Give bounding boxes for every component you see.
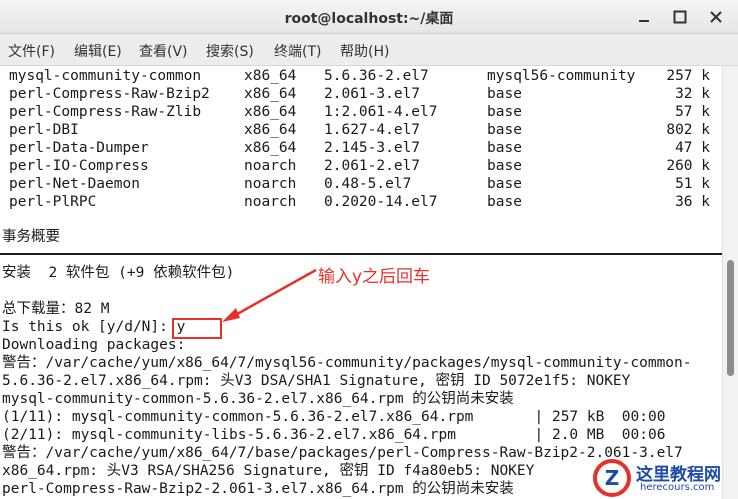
- watermark-logo-icon: Z: [593, 459, 631, 497]
- annotation-arrow-icon: [222, 268, 317, 322]
- svg-text:Z: Z: [605, 466, 620, 490]
- annotation-text: 输入y之后回车: [318, 267, 431, 287]
- watermark-url: herecours.com: [640, 482, 715, 493]
